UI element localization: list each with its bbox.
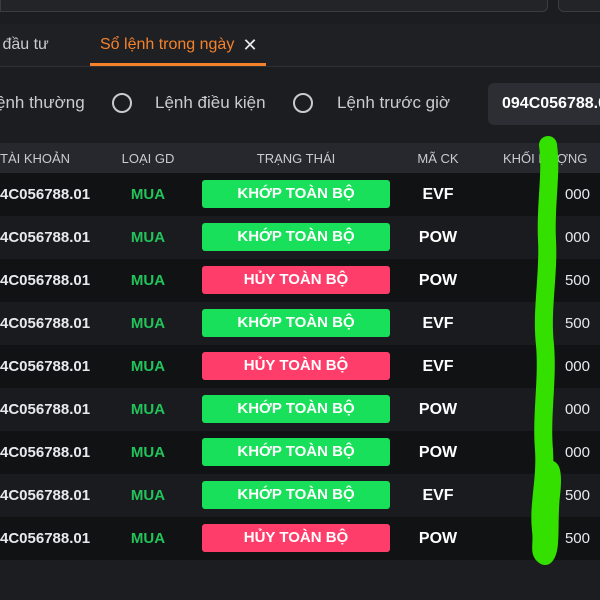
top-panel-left <box>0 0 548 12</box>
row-quantity: 500 <box>564 315 590 332</box>
table-row[interactable]: 4C056788.01 MUA KHỚP TOÀN BỘ POW 000 <box>0 388 600 431</box>
row-account: 4C056788.01 <box>0 358 91 375</box>
status-badge: KHỚP TOÀN BỘ <box>202 481 390 509</box>
row-quantity: 500 <box>564 272 590 289</box>
top-panel-right <box>558 0 600 12</box>
row-quantity: 000 <box>564 358 590 375</box>
status-badge: HỦY TOÀN BỘ <box>202 352 390 380</box>
row-account: 4C056788.01 <box>0 272 91 289</box>
row-symbol: EVF <box>422 358 454 375</box>
row-side: MUA <box>130 229 166 246</box>
table-row[interactable]: 4C056788.01 MUA HỦY TOÀN BỘ EVF 000 <box>0 345 600 388</box>
status-badge: KHỚP TOÀN BỘ <box>202 309 390 337</box>
row-quantity: 000 <box>564 444 590 461</box>
top-strip <box>0 0 600 24</box>
table-row[interactable]: 4C056788.01 MUA KHỚP TOÀN BỘ EVF 500 <box>0 474 600 517</box>
row-symbol: EVF <box>422 186 454 203</box>
column-header-side: LOẠI GD <box>121 151 175 166</box>
status-badge: KHỚP TOÀN BỘ <box>202 438 390 466</box>
row-quantity: 000 <box>564 401 590 418</box>
table-row[interactable]: 4C056788.01 MUA KHỚP TOÀN BỘ POW 000 <box>0 431 600 474</box>
row-account: 4C056788.01 <box>0 315 91 332</box>
row-side: MUA <box>130 358 166 375</box>
row-account: 4C056788.01 <box>0 444 91 461</box>
account-select[interactable]: 094C056788.01 <box>488 83 600 125</box>
row-side: MUA <box>130 444 166 461</box>
table-header: TÀI KHOẢN LOẠI GD TRẠNG THÁI MÃ CK KHỐI … <box>0 143 600 173</box>
status-badge: HỦY TOÀN BỘ <box>202 524 390 552</box>
row-account: 4C056788.01 <box>0 229 91 246</box>
row-side: MUA <box>130 186 166 203</box>
row-side: MUA <box>130 530 166 547</box>
row-symbol: POW <box>418 530 458 547</box>
column-header-status: TRẠNG THÁI <box>256 151 336 166</box>
table-row[interactable]: 4C056788.01 MUA KHỚP TOÀN BỘ POW 000 <box>0 216 600 259</box>
row-side: MUA <box>130 315 166 332</box>
status-badge: KHỚP TOÀN BỘ <box>202 180 390 208</box>
status-badge: KHỚP TOÀN BỘ <box>202 223 390 251</box>
table-footer <box>0 560 600 600</box>
order-filter-bar: ệnh thường Lệnh điều kiện Lệnh trước giờ… <box>0 67 600 143</box>
row-quantity: 000 <box>564 229 590 246</box>
table-row[interactable]: 4C056788.01 MUA HỦY TOÀN BỘ POW 500 <box>0 259 600 302</box>
column-header-symbol: MÃ CK <box>417 151 459 166</box>
table-row[interactable]: 4C056788.01 MUA KHỚP TOÀN BỘ EVF 000 <box>0 173 600 216</box>
row-symbol: EVF <box>422 487 454 504</box>
active-tab-indicator <box>90 63 266 66</box>
row-side: MUA <box>130 401 166 418</box>
row-symbol: POW <box>418 444 458 461</box>
row-account: 4C056788.01 <box>0 401 91 418</box>
radio-label-normal-orders[interactable]: ệnh thường <box>0 93 85 113</box>
row-quantity: 500 <box>564 487 590 504</box>
account-select-value: 094C056788.01 <box>502 95 600 112</box>
tab-portfolio[interactable]: c đầu tư <box>0 24 49 66</box>
row-symbol: POW <box>418 229 458 246</box>
column-header-quantity: KHỐI LƯỢNG <box>503 151 588 166</box>
row-side: MUA <box>130 487 166 504</box>
tab-daily-orders[interactable]: Sổ lệnh trong ngày <box>100 24 234 66</box>
row-symbol: POW <box>418 272 458 289</box>
row-account: 4C056788.01 <box>0 186 91 203</box>
table-row[interactable]: 4C056788.01 MUA HỦY TOÀN BỘ POW 500 <box>0 517 600 560</box>
row-account: 4C056788.01 <box>0 530 91 547</box>
row-symbol: POW <box>418 401 458 418</box>
radio-pre-session-orders[interactable] <box>293 93 313 113</box>
row-quantity: 000 <box>564 186 590 203</box>
tab-bar: c đầu tư Sổ lệnh trong ngày ✕ <box>0 24 600 67</box>
radio-conditional-orders[interactable] <box>112 93 132 113</box>
radio-label-conditional-orders[interactable]: Lệnh điều kiện <box>155 93 266 113</box>
row-side: MUA <box>130 272 166 289</box>
status-badge: KHỚP TOÀN BỘ <box>202 395 390 423</box>
row-symbol: EVF <box>422 315 454 332</box>
close-tab-icon[interactable]: ✕ <box>242 24 258 66</box>
radio-label-pre-session-orders[interactable]: Lệnh trước giờ <box>337 93 450 113</box>
table-row[interactable]: 4C056788.01 MUA KHỚP TOÀN BỘ EVF 500 <box>0 302 600 345</box>
status-badge: HỦY TOÀN BỘ <box>202 266 390 294</box>
row-quantity: 500 <box>564 530 590 547</box>
column-header-account: TÀI KHOẢN <box>0 151 71 166</box>
row-account: 4C056788.01 <box>0 487 91 504</box>
